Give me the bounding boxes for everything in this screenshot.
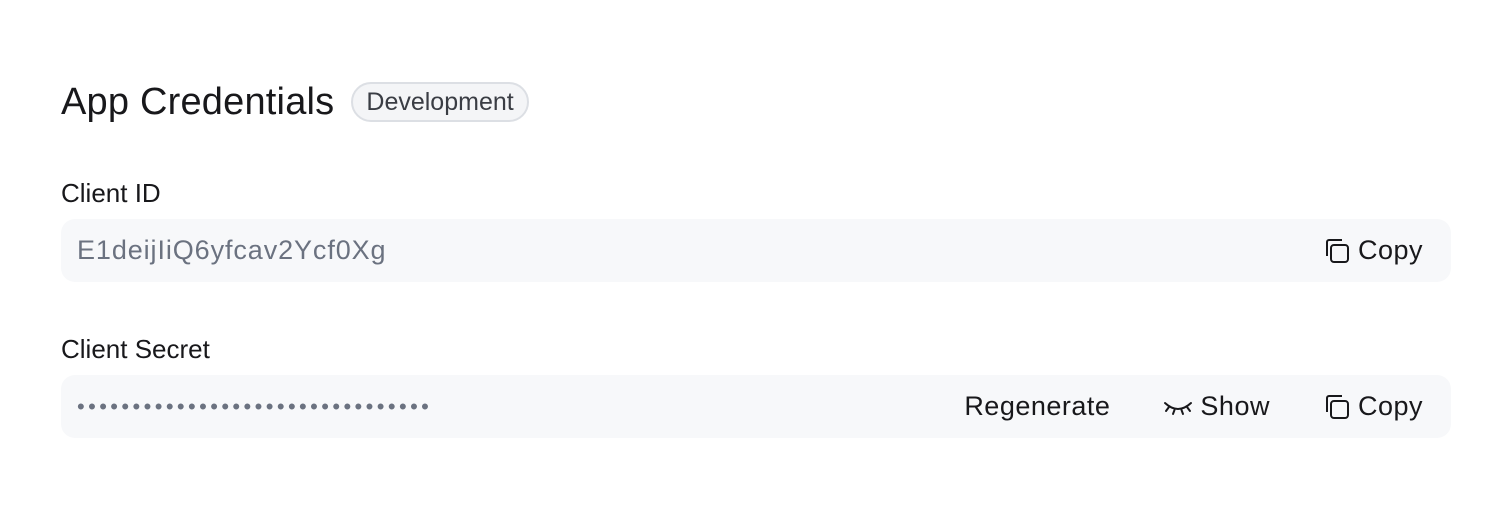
copy-label: Copy <box>1357 235 1423 265</box>
show-secret-button[interactable]: Show <box>1162 391 1270 422</box>
copy-label: Copy <box>1357 391 1423 421</box>
client-id-label: Client ID <box>61 178 161 208</box>
credentials-panel: App Credentials Development Client ID E1… <box>0 0 1498 510</box>
header: App Credentials Development <box>61 80 529 124</box>
client-secret-label: Client Secret <box>61 334 210 364</box>
client-secret-masked-value[interactable]: •••••••••••••••••••••••••••••••• <box>77 394 964 420</box>
copy-icon <box>1322 392 1352 422</box>
regenerate-button[interactable]: Regenerate <box>964 391 1110 422</box>
client-id-actions: Copy <box>1322 235 1423 266</box>
environment-badge: Development <box>351 82 529 122</box>
eye-closed-icon <box>1162 397 1194 417</box>
client-secret-field: •••••••••••••••••••••••••••••••• Regener… <box>61 375 1451 438</box>
client-id-field: E1deijIiQ6yfcav2Ycf0Xg Copy <box>61 219 1451 282</box>
client-id-value[interactable]: E1deijIiQ6yfcav2Ycf0Xg <box>77 235 1322 266</box>
client-secret-actions: Regenerate Show Copy <box>964 391 1423 422</box>
client-secret-copy-button[interactable]: Copy <box>1322 391 1423 422</box>
copy-icon <box>1322 236 1352 266</box>
show-label: Show <box>1200 391 1270 421</box>
client-id-copy-button[interactable]: Copy <box>1322 235 1423 266</box>
page-title: App Credentials <box>61 80 335 123</box>
regenerate-label: Regenerate <box>964 391 1111 421</box>
